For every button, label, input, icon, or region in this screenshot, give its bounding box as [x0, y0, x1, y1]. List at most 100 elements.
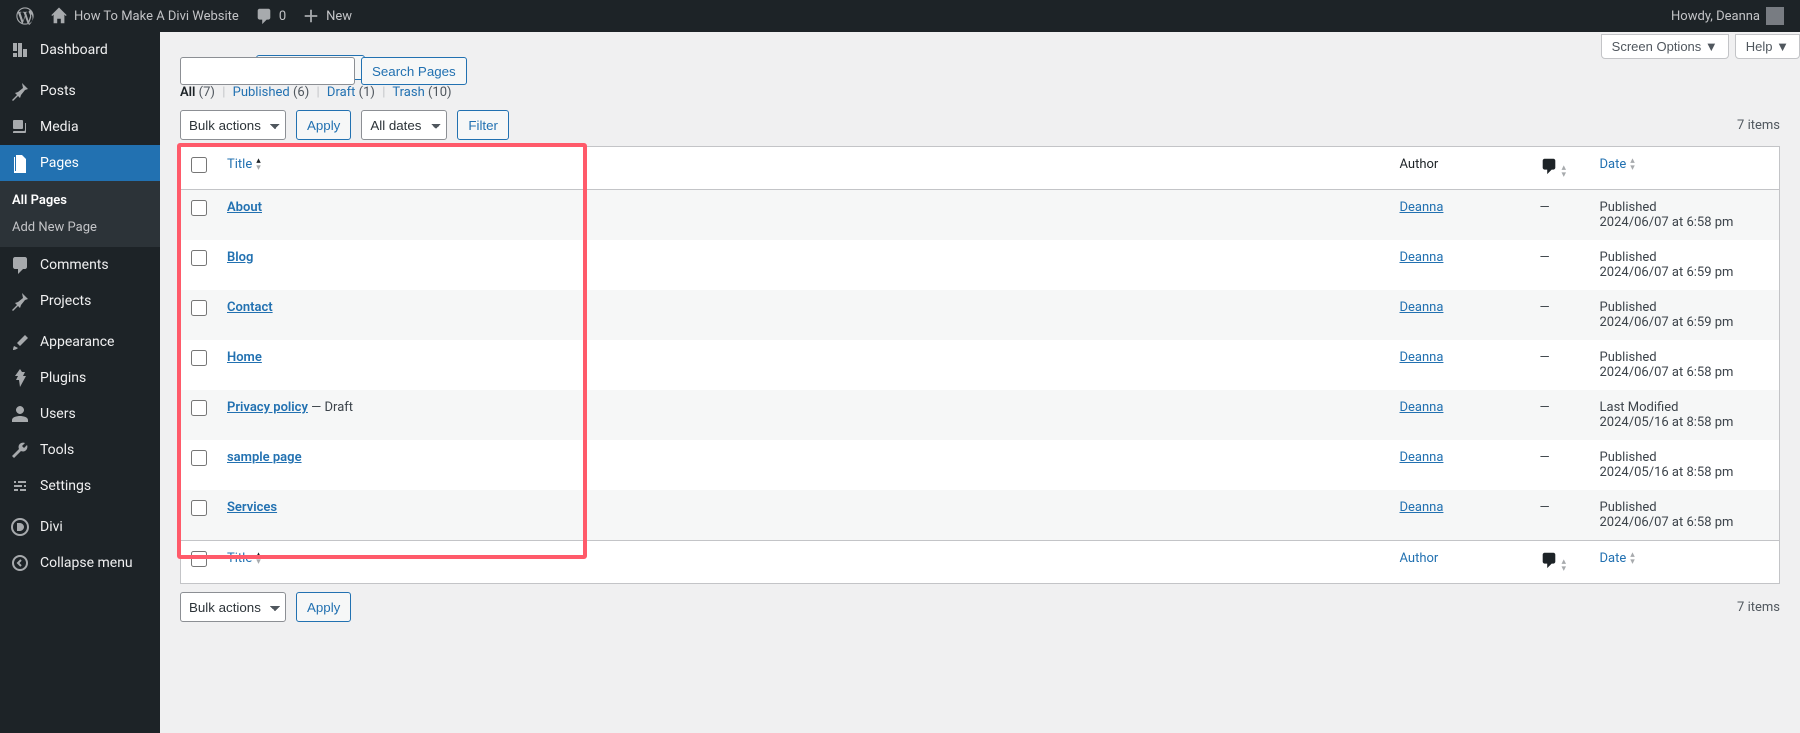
filter-all-label[interactable]: All — [180, 85, 195, 100]
new-link[interactable]: New — [294, 0, 360, 32]
sort-icon — [1562, 165, 1567, 179]
row-title-link[interactable]: Home — [227, 350, 262, 365]
search-input[interactable] — [180, 57, 355, 85]
pages-submenu: All Pages Add New Page — [0, 181, 160, 247]
sidebar-item-media[interactable]: Media — [0, 109, 160, 145]
row-title-link[interactable]: Blog — [227, 250, 253, 265]
admin-sidebar: Dashboard Posts Media Pages All Pages Ad… — [0, 32, 160, 733]
col-comments-foot[interactable] — [1530, 541, 1590, 584]
comment-icon — [10, 255, 30, 275]
row-author-link[interactable]: Deanna — [1400, 300, 1444, 315]
col-comments[interactable] — [1530, 147, 1590, 190]
search-pages-button[interactable]: Search Pages — [361, 57, 467, 85]
row-status: Last Modified — [1600, 400, 1770, 415]
row-title-link[interactable]: Privacy policy — [227, 400, 308, 415]
comments-link[interactable]: 0 — [247, 0, 294, 32]
sidebar-item-tools[interactable]: Tools — [0, 432, 160, 468]
sidebar-item-projects[interactable]: Projects — [0, 283, 160, 319]
bulk-actions-select-bottom[interactable]: Bulk actions — [180, 592, 286, 622]
row-comments: — — [1530, 240, 1590, 290]
row-checkbox[interactable] — [191, 300, 207, 316]
screen-options-label: Screen Options — [1612, 39, 1702, 54]
row-checkbox[interactable] — [191, 200, 207, 216]
select-all-checkbox-bottom[interactable] — [191, 551, 207, 567]
col-date-label: Date — [1600, 551, 1627, 566]
settings-icon — [10, 476, 30, 496]
sort-icon — [1562, 559, 1567, 573]
filter-trash[interactable]: Trash — [392, 85, 424, 100]
row-title-link[interactable]: Services — [227, 500, 277, 515]
row-comments: — — [1530, 440, 1590, 490]
row-comments: — — [1530, 190, 1590, 241]
sidebar-item-posts[interactable]: Posts — [0, 73, 160, 109]
col-author[interactable]: Author — [1390, 147, 1530, 190]
filter-button[interactable]: Filter — [457, 110, 509, 140]
row-title-link[interactable]: About — [227, 200, 262, 215]
sub-item-add-new[interactable]: Add New Page — [0, 214, 160, 241]
col-author-foot[interactable]: Author — [1390, 541, 1530, 584]
media-icon — [10, 117, 30, 137]
sidebar-item-divi[interactable]: Divi — [0, 509, 160, 545]
sidebar-item-users[interactable]: Users — [0, 396, 160, 432]
select-all-checkbox-top[interactable] — [191, 157, 207, 173]
row-author-link[interactable]: Deanna — [1400, 500, 1444, 515]
apply-bulk-button-bottom[interactable]: Apply — [296, 592, 351, 622]
filter-draft[interactable]: Draft — [327, 85, 356, 100]
sort-icon — [1630, 552, 1635, 566]
row-comments: — — [1530, 490, 1590, 541]
row-author-link[interactable]: Deanna — [1400, 250, 1444, 265]
row-date: 2024/05/16 at 8:58 pm — [1600, 415, 1770, 430]
filter-draft-count: (1) — [359, 85, 375, 100]
row-checkbox[interactable] — [191, 350, 207, 366]
filter-published-count: (6) — [293, 85, 309, 100]
row-checkbox[interactable] — [191, 400, 207, 416]
sidebar-item-label: Posts — [40, 83, 76, 99]
collapse-icon — [10, 553, 30, 573]
col-title-foot[interactable]: Title — [217, 541, 1390, 584]
sidebar-item-label: Appearance — [40, 334, 114, 350]
table-row: ContactDeanna—Published2024/06/07 at 6:5… — [181, 290, 1780, 340]
table-row: sample pageDeanna—Published2024/05/16 at… — [181, 440, 1780, 490]
home-icon — [50, 7, 68, 25]
bulk-actions-select[interactable]: Bulk actions — [180, 110, 286, 140]
row-checkbox[interactable] — [191, 500, 207, 516]
sidebar-item-pages[interactable]: Pages — [0, 145, 160, 181]
apply-bulk-button[interactable]: Apply — [296, 110, 351, 140]
row-title-link[interactable]: Contact — [227, 300, 273, 315]
sidebar-item-dashboard[interactable]: Dashboard — [0, 32, 160, 68]
date-filter-select[interactable]: All dates — [361, 110, 447, 140]
wp-logo[interactable] — [8, 0, 42, 32]
row-author-link[interactable]: Deanna — [1400, 350, 1444, 365]
sub-item-all-pages[interactable]: All Pages — [0, 187, 160, 214]
row-author-link[interactable]: Deanna — [1400, 450, 1444, 465]
screen-options-button[interactable]: Screen Options ▼ — [1601, 34, 1729, 59]
sidebar-item-comments[interactable]: Comments — [0, 247, 160, 283]
site-link[interactable]: How To Make A Divi Website — [42, 0, 247, 32]
filter-published[interactable]: Published — [233, 85, 290, 100]
help-button[interactable]: Help ▼ — [1735, 34, 1800, 59]
status-filters: All (7) | Published (6) | Draft (1) | Tr… — [180, 85, 1780, 100]
row-author-link[interactable]: Deanna — [1400, 400, 1444, 415]
sidebar-item-plugins[interactable]: Plugins — [0, 360, 160, 396]
row-checkbox[interactable] — [191, 250, 207, 266]
row-comments: — — [1530, 340, 1590, 390]
col-title[interactable]: Title — [217, 147, 1390, 190]
filter-published-label: Published — [233, 85, 290, 100]
sidebar-item-label: Projects — [40, 293, 91, 309]
divi-icon — [10, 517, 30, 537]
sidebar-item-appearance[interactable]: Appearance — [0, 324, 160, 360]
row-date: 2024/06/07 at 6:58 pm — [1600, 365, 1770, 380]
col-date-foot[interactable]: Date — [1590, 541, 1780, 584]
sidebar-item-settings[interactable]: Settings — [0, 468, 160, 504]
row-status: Published — [1600, 500, 1770, 515]
sort-icon — [256, 552, 261, 566]
howdy-link[interactable]: Howdy, Deanna — [1663, 0, 1792, 32]
row-status: Published — [1600, 350, 1770, 365]
table-row: Home Deanna — Published2024/06/07 at 6:58 p… — [181, 340, 1780, 390]
row-author-link[interactable]: Deanna — [1400, 200, 1444, 215]
sidebar-item-label: Media — [40, 119, 79, 135]
sidebar-item-collapse[interactable]: Collapse menu — [0, 545, 160, 581]
row-checkbox[interactable] — [191, 450, 207, 466]
col-date[interactable]: Date — [1590, 147, 1780, 190]
row-title-link[interactable]: sample page — [227, 450, 302, 465]
